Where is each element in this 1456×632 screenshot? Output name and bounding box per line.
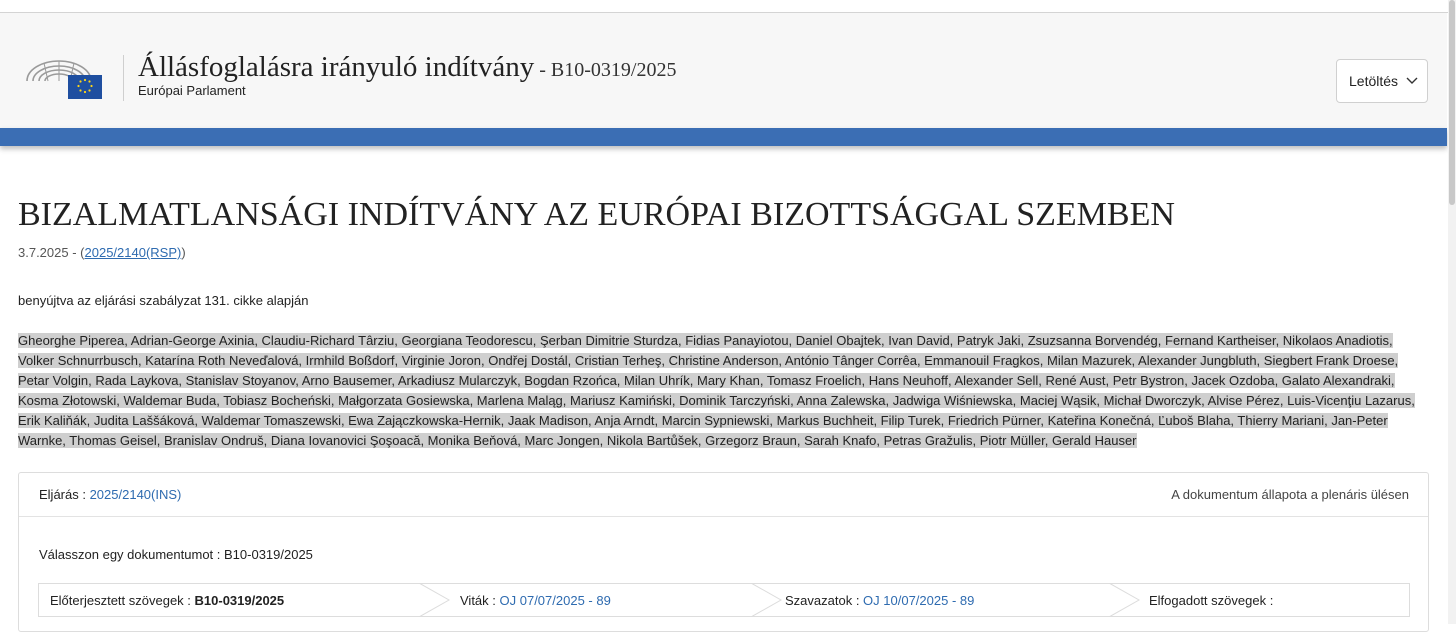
choose-label: Válasszon egy dokumentumot : [39,547,224,562]
step-separator-icon [751,583,783,617]
procedure-info: Eljárás : 2025/2140(INS) [39,487,181,502]
step-label: Előterjesztett szövegek : [50,593,195,608]
date-close: ) [181,245,186,260]
step-value: B10-0319/2025 [194,593,285,608]
step-adopted-texts: Elfogadott szövegek : [1149,593,1273,608]
institution-name: Európai Parlament [138,83,246,98]
page-title: Állásfoglalásra irányuló indítvány - B10… [138,51,676,84]
procedure-steps: Előterjesztett szövegek : B10-0319/2025 … [38,583,1410,617]
document-status-panel: Eljárás : 2025/2140(INS) A dokumentum ál… [18,472,1429,632]
step-tabled-texts: Előterjesztett szövegek : B10-0319/2025 [50,593,284,608]
step-votes-link[interactable]: OJ 10/07/2025 - 89 [863,593,974,608]
browser-top-strip [0,0,1456,13]
date-separator: - ( [68,245,85,260]
document-date: 3.7.2025 [18,245,69,260]
download-label: Letöltés [1349,73,1399,89]
step-separator-icon [1109,583,1141,617]
procedure-code-link[interactable]: 2025/2140(INS) [90,487,182,502]
procedure-link[interactable]: 2025/2140(RSP) [85,245,182,260]
step-label: Szavazatok : [785,593,864,608]
document-reference: - B10-0319/2025 [534,59,677,81]
header-accent-bar [0,128,1447,146]
scrollbar-thumb[interactable] [1449,0,1455,205]
download-button[interactable]: Letöltés [1336,59,1428,103]
step-debates-link[interactable]: OJ 07/07/2025 - 89 [500,593,611,608]
document-title: BIZALMATLANSÁGI INDÍTVÁNY AZ EURÓPAI BIZ… [18,196,1175,233]
page-header: Állásfoglalásra irányuló indítvány - B10… [0,13,1447,128]
page-title-text: Állásfoglalásra irányuló indítvány [138,51,535,83]
chevron-down-icon [1406,73,1418,92]
document-dateline: 3.7.2025 - (2025/2140(RSP)) [18,245,186,260]
panel-header: Eljárás : 2025/2140(INS) A dokumentum ál… [19,473,1428,517]
step-votes: Szavazatok : OJ 10/07/2025 - 89 [785,593,974,608]
plenary-status-title: A dokumentum állapota a plenáris ülésen [1171,487,1409,502]
step-separator-icon [419,583,451,617]
document-chooser: Válasszon egy dokumentumot : B10-0319/20… [39,547,313,562]
european-parliament-logo[interactable] [24,55,104,101]
choose-value: B10-0319/2025 [224,547,313,562]
step-label: Viták : [460,593,500,608]
header-divider [123,55,124,101]
step-debates: Viták : OJ 07/07/2025 - 89 [460,593,611,608]
authors-list: Gheorghe Piperea, Adrian-George Axinia, … [18,331,1418,451]
authors-text: Gheorghe Piperea, Adrian-George Axinia, … [18,333,1415,448]
legal-basis: benyújtva az eljárási szabályzat 131. ci… [18,293,309,308]
step-label: Elfogadott szövegek : [1149,593,1274,608]
procedure-label: Eljárás : [39,487,90,502]
